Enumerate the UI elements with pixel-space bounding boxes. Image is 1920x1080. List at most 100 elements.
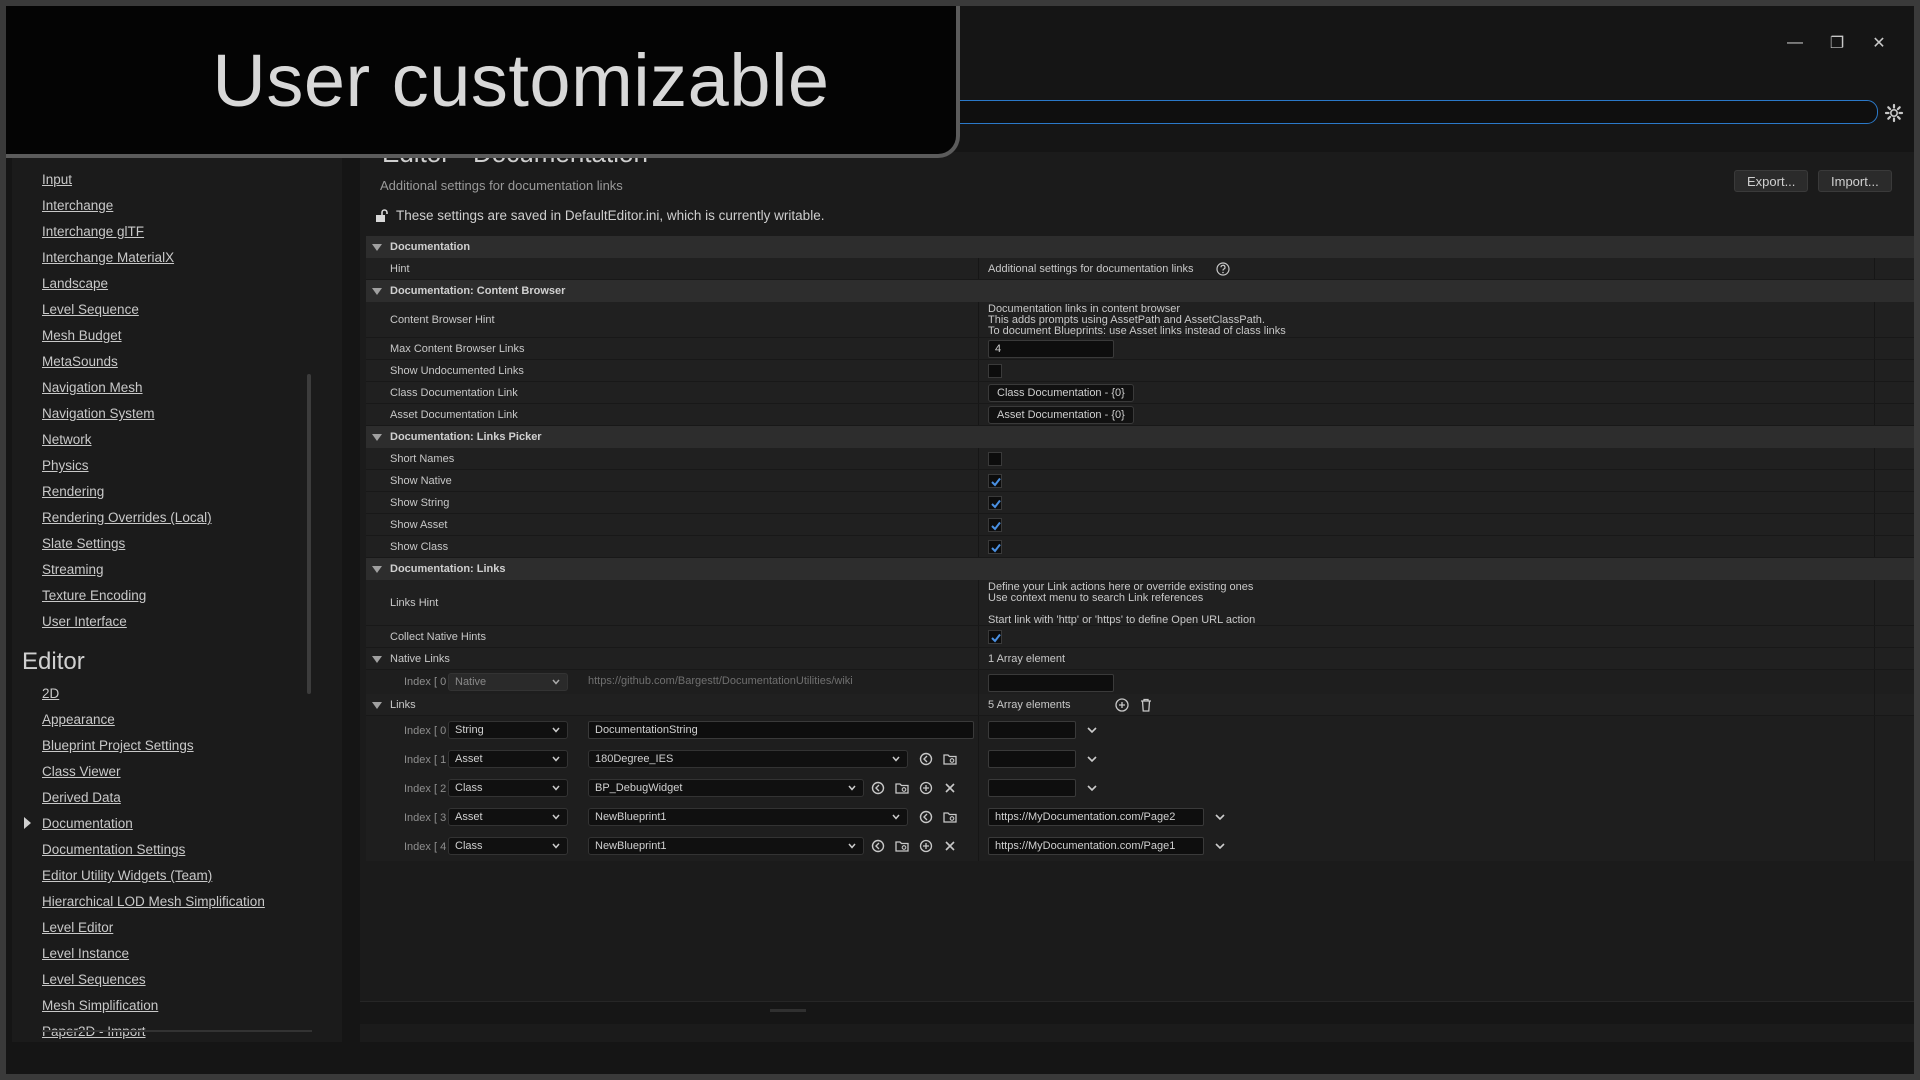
row-native-links[interactable]: Native Links 1 Array element xyxy=(366,648,1914,670)
sidebar-item[interactable]: Documentation Settings xyxy=(42,842,185,857)
sidebar-item[interactable]: Physics xyxy=(42,458,89,473)
sidebar-item[interactable]: Network xyxy=(42,432,92,447)
row-links[interactable]: Links 5 Array elements xyxy=(366,694,1914,716)
sidebar-item[interactable]: Navigation System xyxy=(42,406,155,421)
link-url-field[interactable]: https://MyDocumentation.com/Page2 xyxy=(988,808,1204,826)
import-button[interactable]: Import... xyxy=(1818,170,1892,192)
link-type-combo[interactable]: Asset xyxy=(448,750,568,768)
browse-folder-icon[interactable] xyxy=(942,809,958,825)
export-button[interactable]: Export... xyxy=(1734,170,1809,192)
sidebar-item[interactable]: Texture Encoding xyxy=(42,588,146,603)
sidebar-item[interactable]: Level Sequences xyxy=(42,972,146,987)
native-type-combo[interactable]: Native xyxy=(448,673,568,691)
sidebar-item[interactable]: Rendering Overrides (Local) xyxy=(42,510,212,525)
sidebar-item[interactable]: Blueprint Project Settings xyxy=(42,738,194,753)
link-value-field[interactable]: DocumentationString xyxy=(588,721,974,739)
sidebar-item[interactable]: Derived Data xyxy=(42,790,121,805)
add-class-icon[interactable] xyxy=(918,838,934,854)
link-url-field[interactable]: https://MyDocumentation.com/Page1 xyxy=(988,837,1204,855)
use-selected-icon[interactable] xyxy=(870,838,886,854)
show-asset-checkbox[interactable] xyxy=(988,518,1002,532)
close-button[interactable]: ✕ xyxy=(1858,30,1900,56)
link-type-combo[interactable]: Asset xyxy=(448,808,568,826)
sidebar-item[interactable]: Interchange MaterialX xyxy=(42,250,174,265)
link-url-field[interactable] xyxy=(988,779,1076,797)
sidebar-item[interactable]: 2D xyxy=(42,686,59,701)
section-content-browser[interactable]: Documentation: Content Browser xyxy=(366,280,1914,302)
browse-folder-icon[interactable] xyxy=(942,751,958,767)
sidebar-item[interactable]: Mesh Budget xyxy=(42,328,122,343)
link-url-field[interactable] xyxy=(988,750,1076,768)
link-url-field[interactable] xyxy=(988,721,1076,739)
sidebar-item[interactable]: Level Sequence xyxy=(42,302,139,317)
collapse-arrow-icon[interactable] xyxy=(372,566,382,573)
sidebar-item[interactable]: Input xyxy=(42,172,72,187)
trash-icon[interactable] xyxy=(1138,697,1154,713)
sidebar-item[interactable]: Rendering xyxy=(42,484,104,499)
sidebar-item[interactable]: Level Instance xyxy=(42,946,129,961)
search-input[interactable] xyxy=(947,101,1877,123)
sidebar-item[interactable]: Navigation Mesh xyxy=(42,380,143,395)
settings-search-bar[interactable] xyxy=(946,100,1878,124)
class-doc-link-field[interactable]: Class Documentation - {0} xyxy=(988,384,1134,402)
use-selected-icon[interactable] xyxy=(918,809,934,825)
gear-icon[interactable] xyxy=(1884,103,1904,123)
add-class-icon[interactable] xyxy=(918,780,934,796)
asset-doc-link-field[interactable]: Asset Documentation - {0} xyxy=(988,406,1134,424)
sidebar-item[interactable]: Streaming xyxy=(42,562,104,577)
sidebar-item[interactable]: Interchange glTF xyxy=(42,224,144,239)
sidebar-item[interactable]: Interchange xyxy=(42,198,113,213)
show-string-checkbox[interactable] xyxy=(988,496,1002,510)
collapse-arrow-icon[interactable] xyxy=(372,434,382,441)
sidebar-item[interactable]: Landscape xyxy=(42,276,108,291)
chevron-down-icon[interactable] xyxy=(1086,724,1098,736)
add-element-icon[interactable] xyxy=(1114,697,1130,713)
section-documentation[interactable]: Documentation xyxy=(366,236,1914,258)
link-type-combo[interactable]: String xyxy=(448,721,568,739)
collapse-arrow-icon[interactable] xyxy=(372,701,382,709)
resize-handle[interactable] xyxy=(770,1009,806,1012)
link-type-combo[interactable]: Class xyxy=(448,837,568,855)
link-value-field[interactable]: NewBlueprint1 xyxy=(588,808,908,826)
collapse-arrow-icon[interactable] xyxy=(372,288,382,295)
use-selected-icon[interactable] xyxy=(918,751,934,767)
link-type-combo[interactable]: Class xyxy=(448,779,568,797)
show-undocumented-checkbox[interactable] xyxy=(988,364,1002,378)
use-selected-icon[interactable] xyxy=(870,780,886,796)
show-class-checkbox[interactable] xyxy=(988,540,1002,554)
minimize-button[interactable]: — xyxy=(1774,30,1816,56)
sidebar-item[interactable]: Slate Settings xyxy=(42,536,125,551)
sidebar-item[interactable]: Appearance xyxy=(42,712,115,727)
section-links-picker[interactable]: Documentation: Links Picker xyxy=(366,426,1914,448)
link-value-field[interactable]: NewBlueprint1 xyxy=(588,837,864,855)
collapse-arrow-icon[interactable] xyxy=(372,655,382,663)
link-value-field[interactable]: BP_DebugWidget xyxy=(588,779,864,797)
chevron-down-icon[interactable] xyxy=(1214,840,1226,852)
show-native-checkbox[interactable] xyxy=(988,474,1002,488)
sidebar-item[interactable]: Level Editor xyxy=(42,920,113,935)
browse-folder-icon[interactable] xyxy=(894,838,910,854)
sidebar-scrollbar[interactable] xyxy=(307,374,311,694)
sidebar-item[interactable]: Hierarchical LOD Mesh Simplification xyxy=(42,894,265,909)
sidebar-item[interactable]: Mesh Simplification xyxy=(42,998,158,1013)
chevron-down-icon[interactable] xyxy=(1214,811,1226,823)
browse-folder-icon[interactable] xyxy=(894,780,910,796)
clear-icon[interactable] xyxy=(942,780,958,796)
short-names-checkbox[interactable] xyxy=(988,452,1002,466)
sidebar-item[interactable]: Class Viewer xyxy=(42,764,121,779)
sidebar-item[interactable]: Documentation xyxy=(42,816,133,831)
collect-native-checkbox[interactable] xyxy=(988,630,1002,644)
help-icon[interactable] xyxy=(1216,262,1230,276)
chevron-down-icon[interactable] xyxy=(1086,782,1098,794)
section-links[interactable]: Documentation: Links xyxy=(366,558,1914,580)
restore-button[interactable]: ❐ xyxy=(1816,30,1858,56)
clear-icon[interactable] xyxy=(942,838,958,854)
sidebar-item[interactable]: Editor Utility Widgets (Team) xyxy=(42,868,212,883)
sidebar-item[interactable]: User Interface xyxy=(42,614,127,629)
max-links-field[interactable]: 4 xyxy=(988,340,1114,358)
link-value-field[interactable]: 180Degree_IES xyxy=(588,750,908,768)
native-url-field[interactable] xyxy=(988,674,1114,692)
sidebar-item[interactable]: MetaSounds xyxy=(42,354,118,369)
collapse-arrow-icon[interactable] xyxy=(372,244,382,251)
chevron-down-icon[interactable] xyxy=(1086,753,1098,765)
